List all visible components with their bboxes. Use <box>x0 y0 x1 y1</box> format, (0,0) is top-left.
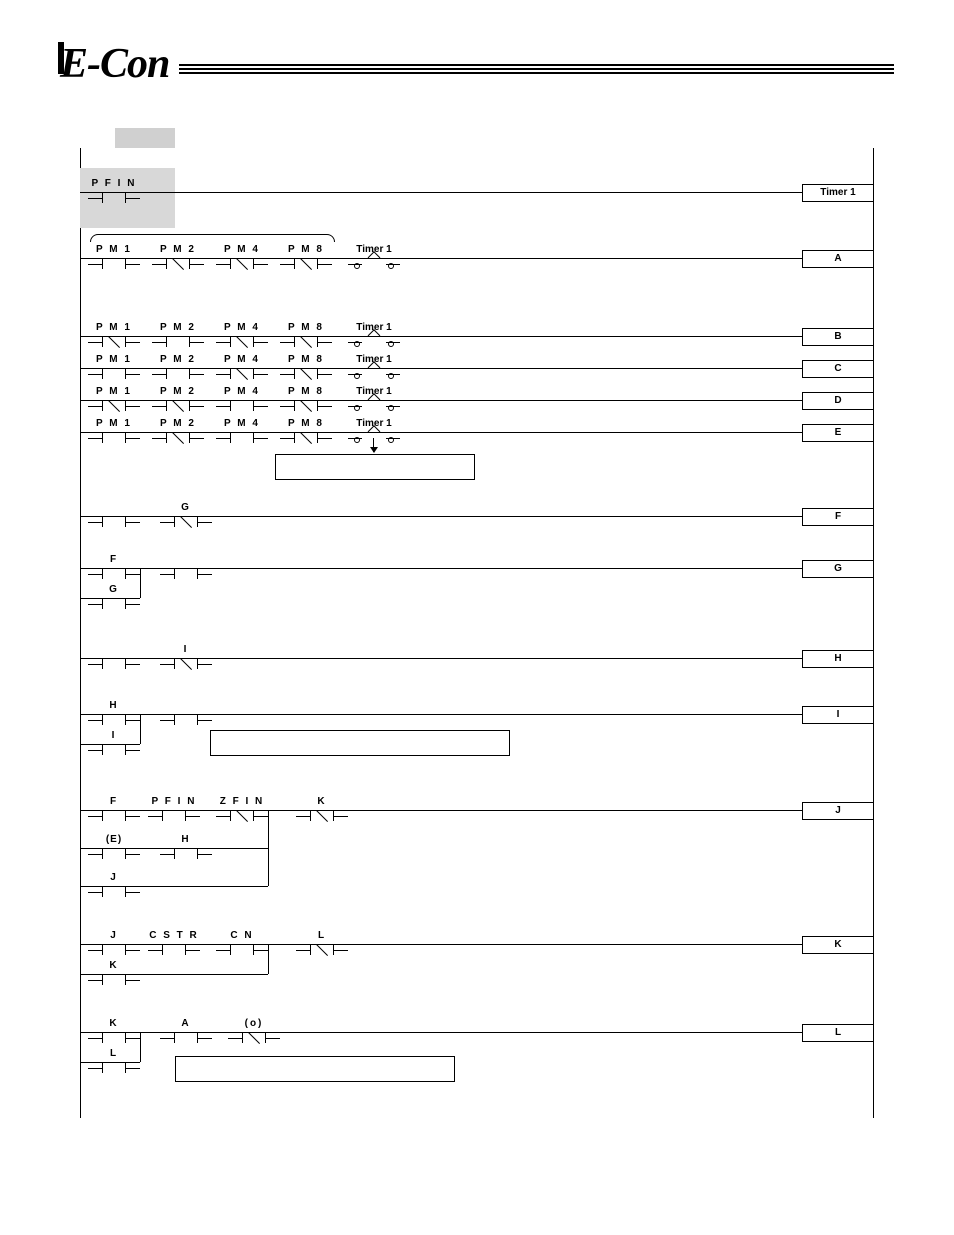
rung-8: F G <box>80 548 874 588</box>
rung-2: P M 1 P M 2 P M 4 P M 8 Timer 1 A <box>80 238 874 278</box>
process-box-3 <box>175 1056 455 1082</box>
contact-k: K <box>88 1018 140 1045</box>
coil-c: C <box>802 360 874 378</box>
contact-pm4: P M 4 <box>216 386 268 413</box>
contact-pm1: P M 1 <box>88 418 140 445</box>
coil-b: B <box>802 328 874 346</box>
header: E-Con <box>60 40 894 88</box>
contact-e-paren: (E) <box>88 834 140 861</box>
contact-cn: C N <box>216 930 268 957</box>
right-rail <box>873 148 874 1118</box>
contact-f: F <box>88 554 140 581</box>
coil-k: K <box>802 936 874 954</box>
contact-j: J <box>88 930 140 957</box>
rung-4: P M 1 P M 2 P M 4 P M 8 Timer 1 C <box>80 348 874 384</box>
rung-11: F P F I N Z F I N K J <box>80 790 874 830</box>
branch-vertical <box>140 1032 141 1062</box>
contact-pfin: P F I N <box>148 796 200 823</box>
rung-12: J C S T R C N L K <box>80 924 874 964</box>
contact-blank <box>160 700 212 727</box>
contact-timer1: Timer 1 <box>348 386 400 413</box>
contact-g-branch: G <box>88 584 140 611</box>
coil-g: G <box>802 560 874 578</box>
contact-k-branch: K <box>88 960 140 987</box>
contact-f: F <box>88 796 140 823</box>
contact-h: H <box>88 700 140 727</box>
contact-cstr: C S T R <box>148 930 200 957</box>
contact-i-branch: I <box>88 730 140 757</box>
contact-pfin: P F I N <box>88 178 140 205</box>
rung-6: P M 1 P M 2 P M 4 P M 8 Timer 1 E <box>80 412 874 448</box>
contact-pm4: P M 4 <box>216 418 268 445</box>
contact-pm8: P M 8 <box>280 418 332 445</box>
contact-pm2: P M 2 <box>152 418 204 445</box>
contact-blank <box>88 644 140 671</box>
process-box-2 <box>210 730 510 756</box>
rung-13: K A (o) L <box>80 1012 874 1052</box>
grey-highlight-top <box>115 128 175 148</box>
rung-10: H I <box>80 694 874 734</box>
rung-1: P F I N Timer 1 <box>80 172 874 226</box>
branch-vertical <box>140 714 141 744</box>
contact-timer1: Timer 1 <box>348 354 400 381</box>
contact-l-branch: L <box>88 1048 140 1075</box>
branch-vertical <box>140 568 141 598</box>
contact-pm2: P M 2 <box>152 386 204 413</box>
contact-timer1: Timer 1 <box>348 322 400 349</box>
rung-7: G F <box>80 496 874 536</box>
contact-pm8: P M 8 <box>280 354 332 381</box>
logo-text: E-Con <box>60 40 169 88</box>
contact-pm8: P M 8 <box>280 386 332 413</box>
rung-5: P M 1 P M 2 P M 4 P M 8 Timer 1 D <box>80 380 874 416</box>
contact-pm2: P M 2 <box>152 322 204 349</box>
contact-h: H <box>160 834 212 861</box>
contact-timer1: Timer 1 <box>348 418 400 445</box>
process-box-1 <box>275 454 475 480</box>
contact-o-paren: (o) <box>228 1018 280 1045</box>
coil-l: L <box>802 1024 874 1042</box>
rung-3: P M 1 P M 2 P M 4 P M 8 Timer 1 B <box>80 316 874 352</box>
contact-j-branch: J <box>88 872 140 899</box>
header-divider <box>179 64 894 76</box>
contact-pm1: P M 1 <box>88 354 140 381</box>
contact-pm8: P M 8 <box>280 244 332 271</box>
contact-blank <box>88 502 140 529</box>
coil-i: I <box>802 706 874 724</box>
contact-pm1: P M 1 <box>88 244 140 271</box>
contact-blank <box>160 554 212 581</box>
logo: E-Con <box>60 40 169 88</box>
rung-9: I H <box>80 638 874 678</box>
left-rail <box>80 148 81 1118</box>
branch-vertical <box>268 944 269 974</box>
contact-pm4: P M 4 <box>216 322 268 349</box>
coil-d: D <box>802 392 874 410</box>
contact-pm2: P M 2 <box>152 244 204 271</box>
contact-g: G <box>160 502 212 529</box>
contact-zfin: Z F I N <box>216 796 268 823</box>
coil-e: E <box>802 424 874 442</box>
contact-pm8: P M 8 <box>280 322 332 349</box>
contact-pm4: P M 4 <box>216 244 268 271</box>
contact-pm1: P M 1 <box>88 322 140 349</box>
coil-timer1: Timer 1 <box>802 184 874 202</box>
contact-i: I <box>160 644 212 671</box>
branch-vertical <box>268 810 269 886</box>
arrow-icon <box>373 438 374 452</box>
contact-a: A <box>160 1018 212 1045</box>
contact-timer1: Timer 1 <box>348 244 400 271</box>
contact-pm4: P M 4 <box>216 354 268 381</box>
contact-k: K <box>296 796 348 823</box>
ladder-diagram: P F I N Timer 1 P M 1 P M 2 P M 4 P M 8 … <box>80 148 874 1118</box>
page: E-Con P F I N Timer 1 P M 1 P M 2 P M 4 … <box>0 0 954 1158</box>
contact-l: L <box>296 930 348 957</box>
contact-pm1: P M 1 <box>88 386 140 413</box>
coil-a: A <box>802 250 874 268</box>
coil-j: J <box>802 802 874 820</box>
coil-h: H <box>802 650 874 668</box>
coil-f: F <box>802 508 874 526</box>
contact-pm2: P M 2 <box>152 354 204 381</box>
